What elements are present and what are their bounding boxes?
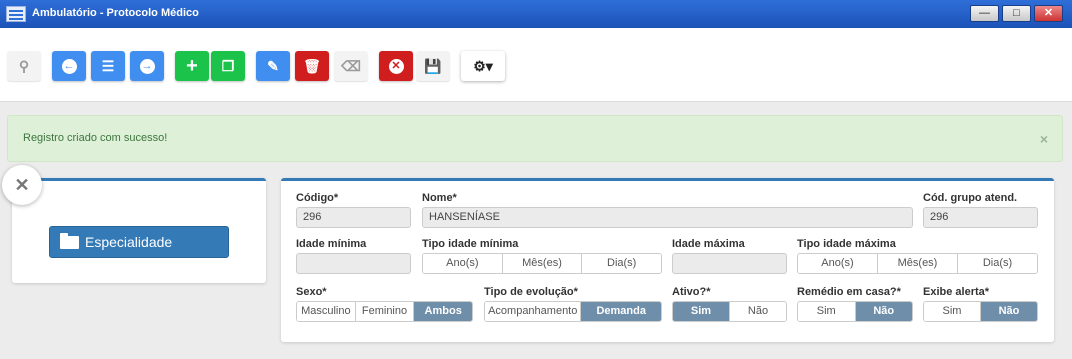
idade-minima-field[interactable] xyxy=(296,253,411,274)
remedio-casa-option-sim[interactable]: Sim xyxy=(798,302,856,321)
cod-grupo-field[interactable]: 296 xyxy=(923,207,1038,228)
ativo-toggle: Sim Não xyxy=(672,301,787,322)
exibe-alerta-option-nao[interactable]: Não xyxy=(981,302,1037,321)
ativo-label: Ativo?* xyxy=(672,286,711,298)
sexo-toggle: Masculino Feminino Ambos xyxy=(296,301,473,322)
remedio-casa-option-nao[interactable]: Não xyxy=(855,302,912,321)
exibe-alerta-option-sim[interactable]: Sim xyxy=(924,302,981,321)
remedio-casa-toggle: Sim Não xyxy=(797,301,913,322)
nome-field[interactable]: HANSENÍASE xyxy=(422,207,913,228)
success-alert: Registro criado com sucesso! × xyxy=(7,115,1063,162)
idade-maxima-field[interactable] xyxy=(672,253,787,274)
tipo-idade-minima-toggle: Ano(s) Mês(es) Dia(s) xyxy=(422,253,662,274)
nome-label: Nome* xyxy=(422,192,457,204)
next-button[interactable]: → xyxy=(130,51,164,81)
clear-button[interactable]: ⌫ xyxy=(334,51,368,81)
minimize-button[interactable]: — xyxy=(970,5,999,22)
close-window-button[interactable]: ✕ xyxy=(1034,5,1063,22)
previous-button[interactable]: ← xyxy=(52,51,86,81)
gear-icon: ⚙▾ xyxy=(473,58,493,74)
ativo-option-nao[interactable]: Não xyxy=(730,302,786,321)
delete-button[interactable]: 🗑 xyxy=(295,51,329,81)
eraser-icon: ⌫ xyxy=(341,58,361,74)
exibe-alerta-label: Exibe alerta* xyxy=(923,286,990,298)
ativo-option-sim[interactable]: Sim xyxy=(673,302,730,321)
list-button[interactable]: ☰ xyxy=(91,51,125,81)
tipo-evolucao-label: Tipo de evolução* xyxy=(484,286,578,298)
specialty-button[interactable]: Especialidade xyxy=(49,226,229,258)
maximize-icon: □ xyxy=(1013,7,1020,19)
add-button[interactable]: + xyxy=(175,51,209,81)
folder-open-icon xyxy=(60,233,79,249)
arrow-right-icon: → xyxy=(139,58,155,74)
close-icon: ✕ xyxy=(14,175,30,195)
app-icon xyxy=(6,6,26,22)
idade-minima-label: Idade mínima xyxy=(296,238,367,250)
save-icon: 💾 xyxy=(424,58,442,74)
sexo-option-ambos[interactable]: Ambos xyxy=(414,302,472,321)
toolbar: ⚲ ← ☰ → + ❐ ✎ 🗑 ⌫ ✕ 💾 ⚙▾ xyxy=(0,28,1072,102)
codigo-label: Código* xyxy=(296,192,339,204)
copy-icon: ❐ xyxy=(221,58,235,74)
tipo-evolucao-option-demanda[interactable]: Demanda xyxy=(581,302,661,321)
settings-dropdown-button[interactable]: ⚙▾ xyxy=(461,51,505,81)
tipo-idade-minima-option[interactable]: Mês(es) xyxy=(502,254,583,273)
alert-message: Registro criado com sucesso! xyxy=(23,132,168,144)
tipo-idade-minima-option[interactable]: Ano(s) xyxy=(423,254,503,273)
tipo-idade-maxima-option[interactable]: Mês(es) xyxy=(878,254,958,273)
tipo-idade-maxima-label: Tipo idade máxima xyxy=(797,238,896,250)
cancel-button[interactable]: ✕ xyxy=(379,51,413,81)
close-icon: ✕ xyxy=(1043,7,1054,19)
cancel-icon: ✕ xyxy=(388,58,404,74)
tipo-idade-maxima-option[interactable]: Ano(s) xyxy=(798,254,878,273)
tipo-idade-minima-label: Tipo idade mínima xyxy=(422,238,519,250)
search-icon: ⚲ xyxy=(18,58,30,74)
exibe-alerta-toggle: Sim Não xyxy=(923,301,1038,322)
tipo-evolucao-toggle: Acompanhamento Demanda xyxy=(484,301,662,322)
trash-icon: 🗑 xyxy=(303,58,321,74)
alert-close-icon[interactable]: × xyxy=(1040,131,1048,147)
codigo-field[interactable]: 296 xyxy=(296,207,411,228)
edit-button[interactable]: ✎ xyxy=(256,51,290,81)
tipo-idade-minima-option[interactable]: Dia(s) xyxy=(582,254,661,273)
list-icon: ☰ xyxy=(101,58,115,74)
tipo-idade-maxima-option[interactable]: Dia(s) xyxy=(958,254,1037,273)
edit-icon: ✎ xyxy=(267,58,279,74)
sexo-option-masculino[interactable]: Masculino xyxy=(297,302,356,321)
tipo-idade-maxima-toggle: Ano(s) Mês(es) Dia(s) xyxy=(797,253,1038,274)
close-panel-button[interactable]: ✕ xyxy=(2,165,42,205)
minimize-icon: — xyxy=(979,7,990,19)
tipo-evolucao-option-acompanhamento[interactable]: Acompanhamento xyxy=(485,302,582,321)
maximize-button[interactable]: □ xyxy=(1002,5,1031,22)
save-button[interactable]: 💾 xyxy=(416,51,450,81)
sexo-option-feminino[interactable]: Feminino xyxy=(355,302,415,321)
idade-maxima-label: Idade máxima xyxy=(672,238,745,250)
cod-grupo-label: Cód. grupo atend. xyxy=(923,192,1018,204)
search-button[interactable]: ⚲ xyxy=(7,51,41,81)
plus-icon: + xyxy=(186,55,198,77)
copy-button[interactable]: ❐ xyxy=(211,51,245,81)
window-title: Ambulatório - Protocolo Médico xyxy=(32,7,199,19)
arrow-left-icon: ← xyxy=(61,58,77,74)
specialty-button-label: Especialidade xyxy=(85,234,173,250)
sexo-label: Sexo* xyxy=(296,286,327,298)
title-bar: Ambulatório - Protocolo Médico — □ ✕ xyxy=(0,0,1072,28)
remedio-casa-label: Remédio em casa?* xyxy=(797,286,901,298)
